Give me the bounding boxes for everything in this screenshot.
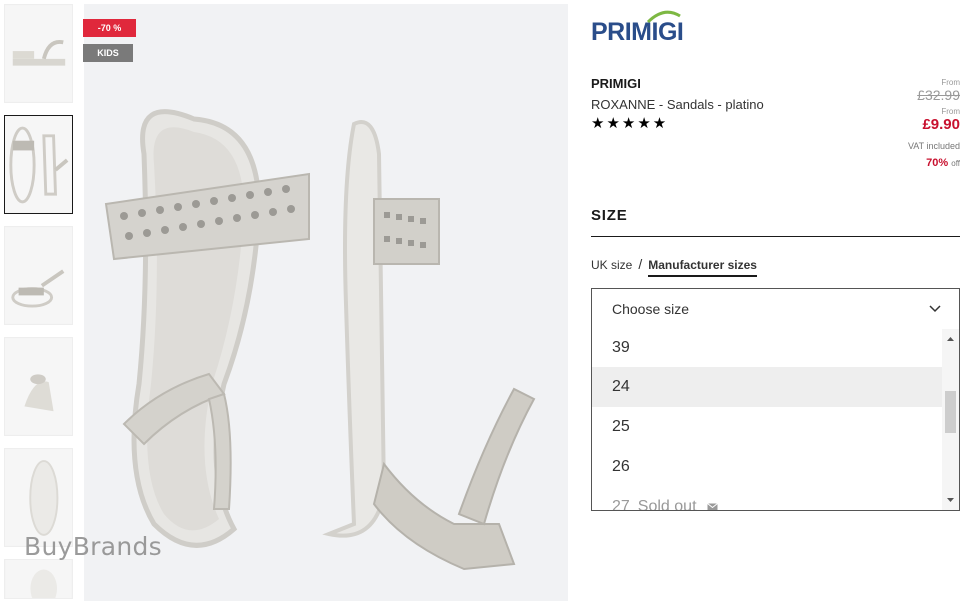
price-block: From £32.99 From £9.90 VAT included 70% …: [840, 78, 960, 169]
main-product-image[interactable]: [84, 4, 568, 601]
size-dropdown-list[interactable]: 39 24 25 26 27 Sold out: [591, 329, 960, 511]
size-option-label: 25: [612, 418, 630, 435]
thumbnail-4[interactable]: [4, 337, 73, 436]
thumbnail-strip: [4, 4, 74, 601]
scroll-up-icon[interactable]: [946, 335, 955, 343]
size-title: SIZE: [591, 207, 628, 224]
uk-size-tab[interactable]: UK size: [591, 258, 632, 272]
rating-stars[interactable]: ★★★★★: [591, 114, 668, 132]
thumbnail-2[interactable]: [4, 115, 73, 214]
size-option-label: 24: [612, 378, 630, 395]
size-option-sold-out[interactable]: 27 Sold out: [592, 487, 942, 511]
size-option-label: 27: [612, 498, 630, 511]
size-option-label: 26: [612, 458, 630, 475]
vat-note: VAT included: [907, 141, 960, 151]
category-badge: KIDS: [83, 44, 133, 62]
discount-percent: 70%: [926, 157, 949, 169]
discount-word: off: [951, 159, 960, 168]
original-price: £32.99: [917, 87, 960, 103]
size-separator: /: [638, 256, 643, 272]
discount-note: 70% off: [840, 157, 960, 169]
size-option[interactable]: 26: [592, 447, 942, 487]
size-option[interactable]: 25: [592, 407, 942, 447]
size-select[interactable]: Choose size: [591, 288, 960, 330]
manufacturer-size-tab[interactable]: Manufacturer sizes: [648, 258, 757, 277]
size-option[interactable]: 24: [592, 367, 942, 407]
thumbnail-1[interactable]: [4, 4, 73, 103]
brand-logo[interactable]: PRIMIGI: [591, 8, 691, 50]
size-option[interactable]: 39: [592, 329, 942, 367]
thumbnail-3[interactable]: [4, 226, 73, 325]
chevron-down-icon: [929, 305, 941, 313]
size-option-label: 39: [612, 339, 630, 356]
divider: [591, 236, 960, 237]
discount-badge: -70 %: [83, 19, 136, 37]
sale-price: £9.90: [922, 116, 960, 133]
from-label: From: [941, 107, 960, 116]
product-brand[interactable]: PRIMIGI: [591, 76, 641, 91]
logo-swoosh-icon: [646, 10, 681, 24]
product-name: ROXANNE - Sandals - platino: [591, 97, 764, 112]
sold-out-label: Sold out: [637, 498, 697, 511]
scroll-down-icon[interactable]: [946, 496, 955, 504]
watermark: BuyBrands: [24, 532, 162, 561]
thumbnail-6[interactable]: [4, 559, 73, 599]
size-system-toggle: UK size / Manufacturer sizes: [591, 256, 757, 277]
dropdown-scrollbar[interactable]: [942, 329, 959, 510]
envelope-icon[interactable]: [707, 502, 718, 511]
scrollbar-thumb[interactable]: [945, 391, 956, 433]
size-select-placeholder: Choose size: [612, 301, 690, 317]
from-label: From: [941, 78, 960, 87]
